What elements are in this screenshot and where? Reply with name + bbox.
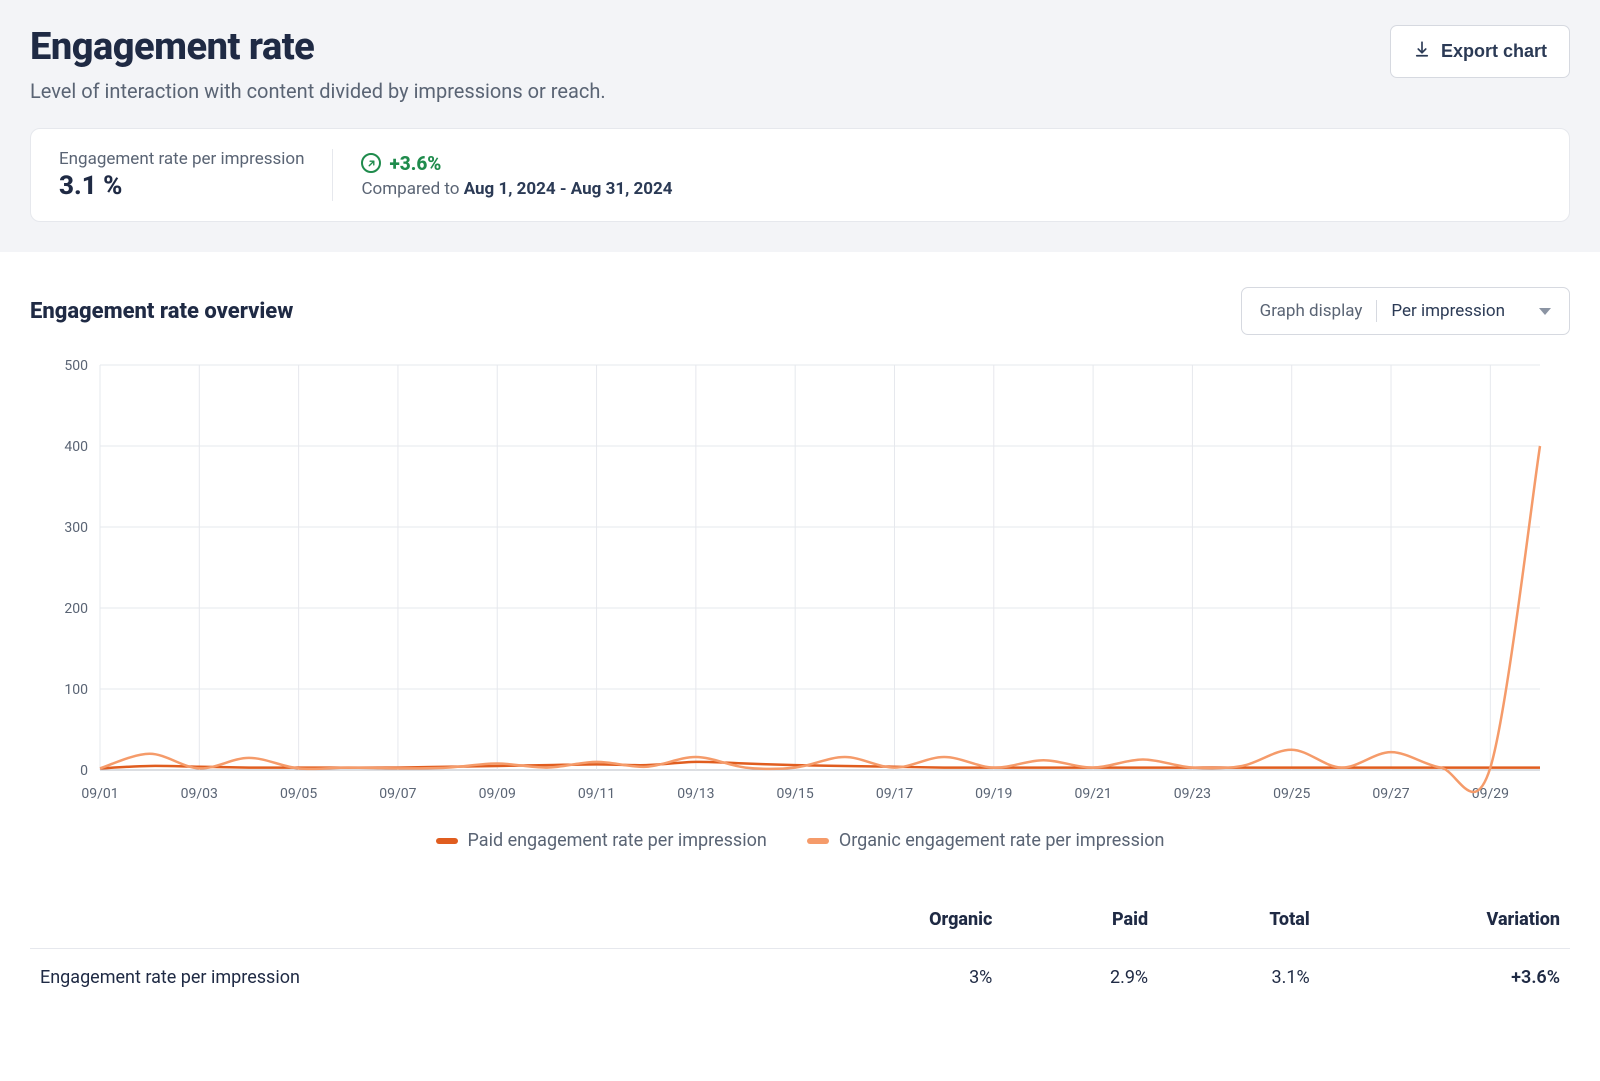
summary-compare-range: Aug 1, 2024 - Aug 31, 2024 [464, 179, 673, 199]
summary-compare-prefix: Compared to [361, 179, 463, 199]
col-total: Total [1158, 891, 1320, 949]
summary-metric-label: Engagement rate per impression [59, 149, 304, 169]
row-variation: +3.6% [1320, 949, 1570, 1007]
graph-display-label: Graph display [1260, 301, 1363, 321]
summary-delta: +3.6% [361, 152, 672, 175]
graph-display-select[interactable]: Graph display Per impression [1241, 287, 1570, 335]
svg-text:09/27: 09/27 [1372, 786, 1409, 802]
col-paid: Paid [1002, 891, 1158, 949]
row-organic: 3% [780, 949, 1003, 1007]
summary-metric-value: 3.1 % [59, 171, 304, 201]
svg-text:09/19: 09/19 [975, 786, 1012, 802]
export-chart-label: Export chart [1441, 41, 1547, 62]
table-body: Engagement rate per impression 3% 2.9% 3… [30, 949, 1570, 1007]
row-label: Engagement rate per impression [30, 949, 780, 1007]
col-blank [30, 891, 780, 949]
paid-swatch-icon [436, 838, 458, 844]
arrow-up-right-icon [361, 153, 381, 173]
svg-text:100: 100 [64, 682, 88, 698]
svg-text:300: 300 [64, 520, 88, 536]
svg-text:400: 400 [64, 439, 88, 455]
page-title: Engagement rate [30, 25, 606, 69]
engagement-rate-chart: 0 100 200 300 400 500 09/01 09/03 09/05 09/07 09/0… [30, 355, 1570, 815]
organic-swatch-icon [807, 838, 829, 844]
main-section: Engagement rate overview Graph display P… [0, 252, 1600, 1026]
svg-text:09/23: 09/23 [1174, 786, 1211, 802]
title-row: Engagement rate Level of interaction wit… [30, 25, 1570, 103]
legend-item-organic: Organic engagement rate per impression [807, 830, 1165, 851]
svg-text:09/25: 09/25 [1273, 786, 1310, 802]
row-paid: 2.9% [1002, 949, 1158, 1007]
svg-text:09/11: 09/11 [578, 786, 615, 802]
divider [1376, 300, 1377, 322]
summary-delta-value: +3.6% [389, 152, 441, 175]
overview-header-row: Engagement rate overview Graph display P… [30, 287, 1570, 335]
title-block: Engagement rate Level of interaction wit… [30, 25, 606, 103]
svg-text:09/01: 09/01 [81, 786, 118, 802]
table-head: Organic Paid Total Variation [30, 891, 1570, 949]
svg-text:09/17: 09/17 [876, 786, 913, 802]
chart-container: 0 100 200 300 400 500 09/01 09/03 09/05 09/07 09/0… [30, 355, 1570, 815]
table-row: Engagement rate per impression 3% 2.9% 3… [30, 949, 1570, 1007]
svg-text:200: 200 [64, 601, 88, 617]
graph-display-value: Per impression [1391, 301, 1505, 321]
chart-legend: Paid engagement rate per impression Orga… [30, 830, 1570, 851]
svg-text:09/09: 09/09 [479, 786, 516, 802]
download-icon [1413, 40, 1431, 63]
svg-text:09/29: 09/29 [1472, 786, 1509, 802]
svg-text:09/21: 09/21 [1074, 786, 1111, 802]
summary-compare-line: Compared to Aug 1, 2024 - Aug 31, 2024 [361, 179, 672, 199]
page-subtitle: Level of interaction with content divide… [30, 79, 606, 103]
overview-title: Engagement rate overview [30, 299, 293, 324]
summary-card: Engagement rate per impression 3.1 % +3.… [30, 128, 1570, 222]
export-chart-button[interactable]: Export chart [1390, 25, 1570, 78]
legend-item-paid: Paid engagement rate per impression [436, 830, 767, 851]
engagement-summary-table: Organic Paid Total Variation Engagement … [30, 891, 1570, 1006]
col-organic: Organic [780, 891, 1003, 949]
svg-text:09/15: 09/15 [777, 786, 814, 802]
svg-text:09/13: 09/13 [677, 786, 714, 802]
col-variation: Variation [1320, 891, 1570, 949]
summary-compare-block: +3.6% Compared to Aug 1, 2024 - Aug 31, … [333, 152, 672, 199]
header-band: Engagement rate Level of interaction wit… [0, 0, 1600, 252]
chevron-down-icon [1539, 308, 1551, 315]
legend-organic-label: Organic engagement rate per impression [839, 830, 1165, 851]
summary-metric: Engagement rate per impression 3.1 % [59, 149, 333, 201]
svg-text:09/07: 09/07 [379, 786, 416, 802]
svg-text:09/05: 09/05 [280, 786, 317, 802]
row-total: 3.1% [1158, 949, 1320, 1007]
svg-text:0: 0 [80, 763, 88, 779]
legend-paid-label: Paid engagement rate per impression [468, 830, 767, 851]
svg-text:09/03: 09/03 [181, 786, 218, 802]
svg-text:500: 500 [64, 358, 88, 374]
